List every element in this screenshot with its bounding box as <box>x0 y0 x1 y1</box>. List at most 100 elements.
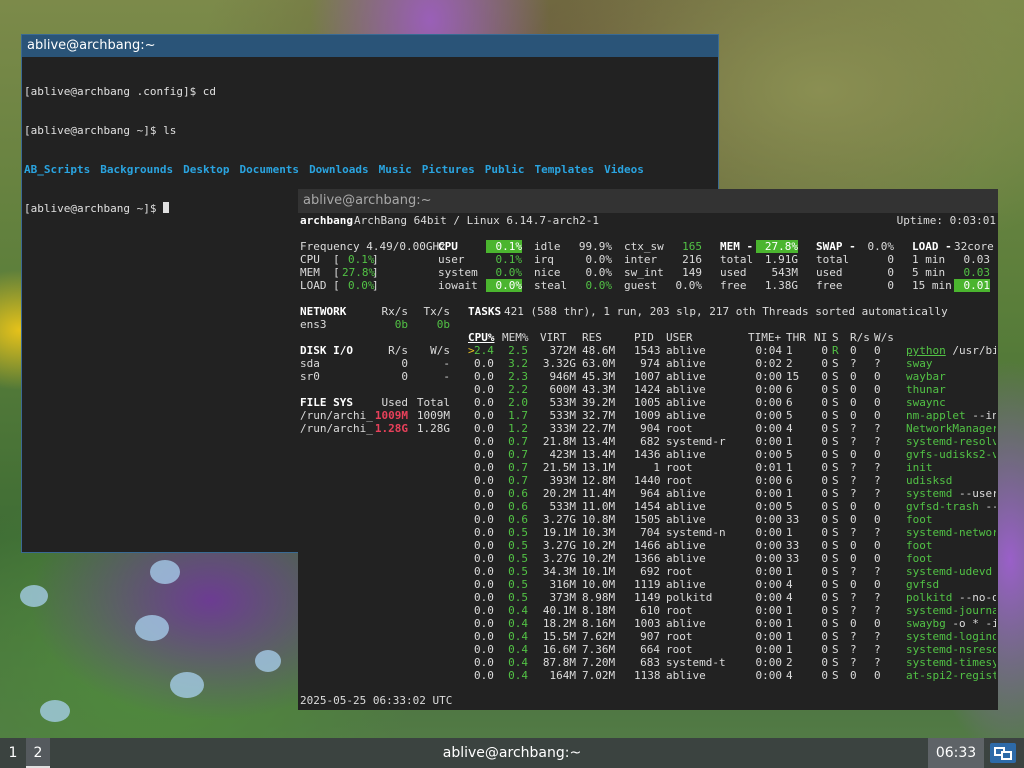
cell-pid: 974 <box>640 357 660 370</box>
cell-cpu: 0.0 <box>474 630 494 643</box>
cell-cpu: 0.0 <box>474 591 494 604</box>
cell-command: swaync <box>906 396 996 409</box>
cell-user: root <box>666 474 693 487</box>
cell-thr: 1 <box>786 461 793 474</box>
mem-pct-bar: 27.8% <box>756 240 798 253</box>
cell-read-rate: ? <box>850 591 857 604</box>
cell-res: 7.20M <box>582 656 616 669</box>
cell-pid: 1119 <box>634 578 661 591</box>
cell-cpu: 0.0 <box>474 500 494 513</box>
cell-write-rate: ? <box>874 565 881 578</box>
cell-ni: 0 <box>821 669 828 682</box>
cell-read-rate: 0 <box>850 383 857 396</box>
network-rx: 0b <box>394 318 408 331</box>
clock[interactable]: 06:33 <box>928 738 984 768</box>
network-tx-header: Tx/s <box>423 305 451 318</box>
cell-thr: 5 <box>786 448 793 461</box>
cell-cpu: 0.0 <box>474 565 494 578</box>
cell-write-rate: 0 <box>874 513 881 526</box>
cell-read-rate: ? <box>850 357 857 370</box>
cell-read-rate: 0 <box>850 500 857 513</box>
cell-res: 10.2M <box>582 552 616 565</box>
cell-thr: 5 <box>786 409 793 422</box>
cell-thr: 33 <box>786 552 800 565</box>
cell-mem: 0.4 <box>508 643 528 656</box>
ls-entry: Videos <box>604 163 644 176</box>
cpu-user: 0.1% <box>495 253 523 266</box>
process-args: --no-de <box>958 591 996 604</box>
cell-cpu: 0.0 <box>474 526 494 539</box>
cell-command: foot <box>906 513 996 526</box>
sw-int-label: sw_int <box>624 266 664 279</box>
swap-title: SWAP <box>816 240 843 253</box>
cell-time: 0:00 <box>755 604 783 617</box>
cell-pid: 1149 <box>634 591 661 604</box>
cell-ni: 0 <box>821 422 828 435</box>
glances-output[interactable]: archbang ArchBang 64bit / Linux 6.14.7-a… <box>298 213 998 710</box>
cell-ni: 0 <box>821 578 828 591</box>
cell-ni: 0 <box>821 409 828 422</box>
glances-window[interactable]: ablive@archbang:~ archbang ArchBang 64bi… <box>298 189 998 710</box>
cell-thr: 15 <box>786 370 800 383</box>
prompt: [ablive@archbang ~]$ <box>24 202 164 215</box>
cell-status: S <box>832 409 839 422</box>
cell-pid: 664 <box>640 643 660 656</box>
cell-command: systemd-logind <box>906 630 996 643</box>
cell-cpu: 0.0 <box>474 487 494 500</box>
cell-mem: 0.6 <box>508 500 528 513</box>
cell-user: ablive <box>666 396 706 409</box>
network-label: NETWORK <box>300 305 347 318</box>
cell-pid: 704 <box>640 526 660 539</box>
cell-cpu: 2.4 <box>474 344 494 357</box>
cell-pid: 964 <box>640 487 660 500</box>
quicklook-load-label: LOAD [ <box>300 279 340 292</box>
cell-thr: 1 <box>786 526 793 539</box>
process-args: --s <box>985 500 996 513</box>
bracket: ] <box>372 266 379 279</box>
cell-cpu: 0.0 <box>474 370 494 383</box>
process-name: gvfsd-trash <box>906 500 979 513</box>
cell-cpu: 0.0 <box>474 383 494 396</box>
cell-write-rate: 0 <box>874 552 881 565</box>
cell-status: S <box>832 617 839 630</box>
cell-write-rate: 0 <box>874 669 881 682</box>
cell-status: S <box>832 422 839 435</box>
cpu-idle: 99.9% <box>578 240 612 253</box>
cell-read-rate: 0 <box>850 669 857 682</box>
disk-label: DISK I/O <box>300 344 353 357</box>
fs-used-header: Used <box>381 396 409 409</box>
cell-status: S <box>832 500 839 513</box>
cell-pid: 682 <box>640 435 660 448</box>
process-name: gvfs-udisks2-vo <box>906 448 996 461</box>
disk-read: 0 <box>401 357 408 370</box>
cell-res: 63.0M <box>582 357 616 370</box>
window-switcher-icon[interactable] <box>990 743 1016 763</box>
cell-thr: 4 <box>786 578 793 591</box>
fs-used: 1009M <box>374 409 408 422</box>
cell-command: sway <box>906 357 996 370</box>
cell-ni: 0 <box>821 357 828 370</box>
cell-mem: 0.7 <box>508 474 528 487</box>
cell-time: 0:00 <box>755 513 783 526</box>
cell-virt: 3.27G <box>542 552 576 565</box>
quicklook-cpu-value: 0.1% <box>348 253 375 266</box>
cell-res: 45.3M <box>582 370 616 383</box>
cell-mem: 2.5 <box>508 344 528 357</box>
cpu-steal-label: steal <box>534 279 568 292</box>
cell-time: 0:00 <box>755 565 783 578</box>
sw-int: 149 <box>682 266 702 279</box>
cell-write-rate: ? <box>874 474 881 487</box>
cell-pid: 1009 <box>634 409 661 422</box>
cell-thr: 6 <box>786 396 793 409</box>
cell-res: 8.98M <box>582 591 616 604</box>
cell-cpu: 0.0 <box>474 643 494 656</box>
process-args: /usr/bin <box>952 344 996 357</box>
cpu-nice: 0.0% <box>585 266 613 279</box>
cell-write-rate: 0 <box>874 396 881 409</box>
cell-mem: 0.6 <box>508 513 528 526</box>
cell-command: systemd-udevd <box>906 565 996 578</box>
cell-virt: 3.27G <box>542 513 576 526</box>
cell-user: root <box>666 565 693 578</box>
header-pid: PID <box>634 331 654 344</box>
cell-user: root <box>666 461 693 474</box>
